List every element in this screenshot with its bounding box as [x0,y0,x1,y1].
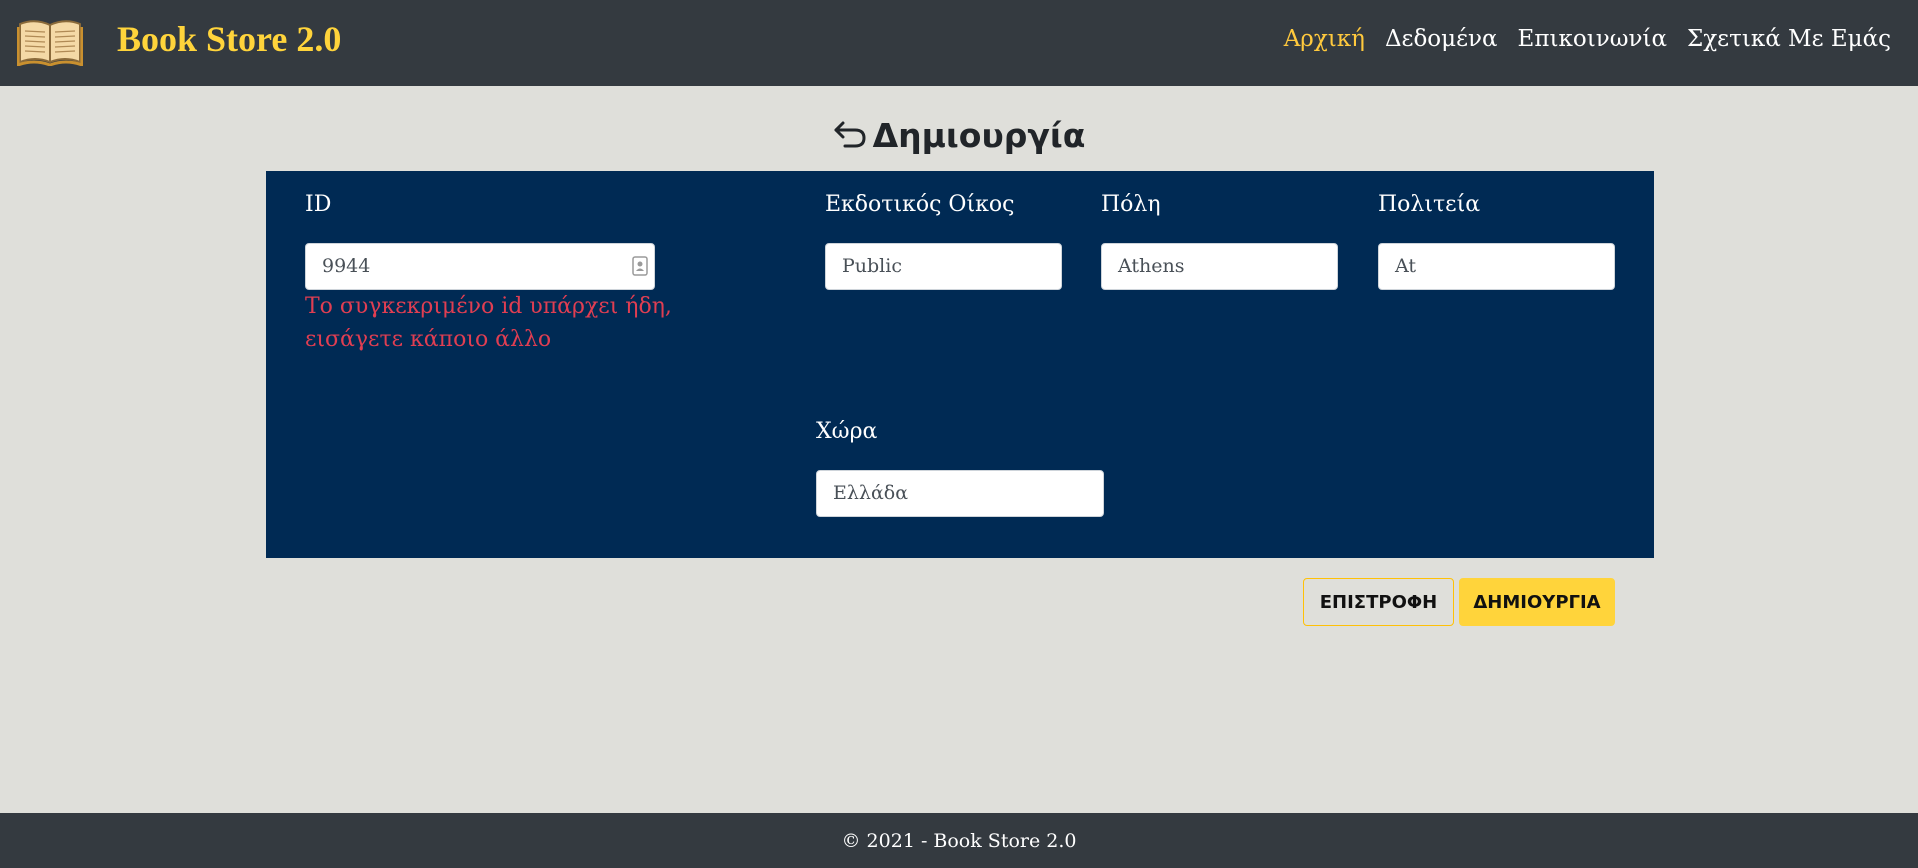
publisher-field: Εκδοτικός Οίκος [825,192,1014,217]
publisher-label: Εκδοτικός Οίκος [825,192,1015,217]
country-field: Χώρα [816,419,877,444]
city-input[interactable]: Athens [1101,243,1338,290]
page-heading: Δημιουργία [0,116,1918,155]
nav-link-about[interactable]: Σχετικά Με Εμάς [1687,26,1891,52]
state-field: Πολιτεία [1378,192,1480,217]
footer-copyright: © 2021 - Book Store 2.0 [841,829,1077,852]
create-button[interactable]: ΔΗΜΙΟΥΡΓΙΑ [1459,578,1615,626]
return-arrow-icon [834,121,866,147]
back-button[interactable]: ΕΠΙΣΤΡΟΦΗ [1303,578,1454,626]
navbar: Book Store 2.0 Αρχική Δεδομένα Επικοινων… [0,0,1918,86]
id-input[interactable]: 9944 [305,243,655,290]
nav-link-home[interactable]: Αρχική [1284,26,1365,52]
create-form-panel: ID 9944 Το συγκεκριμένο id υπάρχει ήδη, … [266,171,1654,558]
state-input[interactable]: At [1378,243,1615,290]
country-input[interactable]: Ελλάδα [816,470,1104,517]
country-label: Χώρα [816,419,878,444]
contact-card-icon[interactable] [632,256,648,276]
footer: © 2021 - Book Store 2.0 [0,813,1918,868]
nav-link-contact[interactable]: Επικοινωνία [1518,26,1667,52]
nav-links: Αρχική Δεδομένα Επικοινωνία Σχετικά Με Ε… [1284,26,1891,52]
city-field: Πόλη [1101,192,1161,217]
page-title: Δημιουργία [872,116,1086,155]
brand-title[interactable]: Book Store 2.0 [117,18,341,60]
id-label: ID [305,192,332,217]
state-label: Πολιτεία [1378,192,1481,217]
open-book-logo-icon[interactable] [17,16,83,66]
id-field: ID [305,192,331,217]
publisher-input[interactable]: Public [825,243,1062,290]
id-error-message: Το συγκεκριμένο id υπάρχει ήδη, εισάγετε… [305,294,672,352]
city-label: Πόλη [1101,192,1161,217]
nav-link-data[interactable]: Δεδομένα [1385,26,1498,52]
